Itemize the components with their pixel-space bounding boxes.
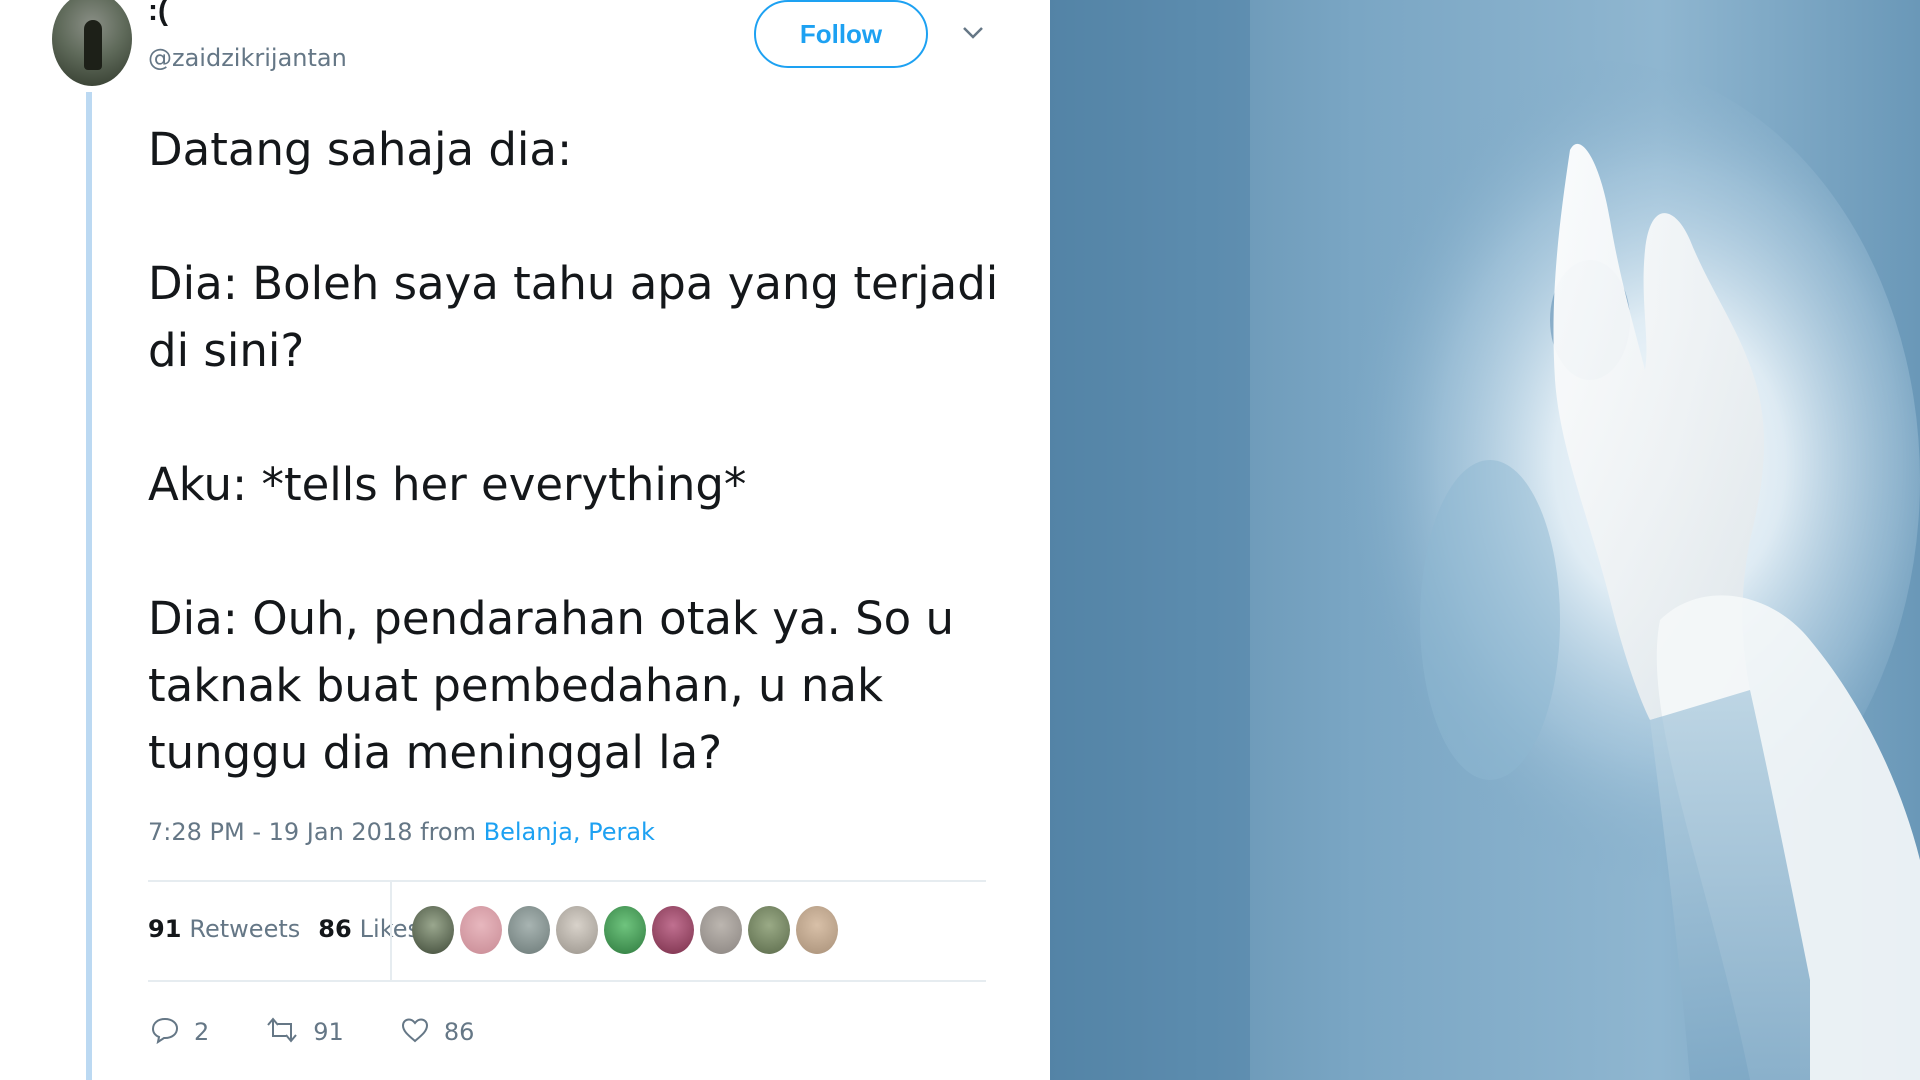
tweet-actions: 2 91 86 bbox=[150, 1010, 530, 1054]
surgeon-photo-image bbox=[1050, 0, 1920, 1080]
liker-avatar[interactable] bbox=[700, 906, 742, 954]
divider bbox=[148, 880, 986, 882]
caret-down-icon[interactable] bbox=[958, 18, 988, 48]
liker-avatar[interactable] bbox=[604, 906, 646, 954]
stats-separator bbox=[390, 882, 392, 980]
tweet-meta: 7:28 PM - 19 Jan 2018 from Belanja, Pera… bbox=[148, 818, 655, 846]
reply-count: 2 bbox=[194, 1018, 210, 1046]
tweet-text: Datang sahaja dia: Dia: Boleh saya tahu … bbox=[148, 116, 1008, 786]
tweet-line: Dia: Boleh saya tahu apa yang terjadi di… bbox=[148, 257, 999, 377]
liker-avatar[interactable] bbox=[508, 906, 550, 954]
avatar[interactable] bbox=[52, 0, 132, 86]
like-count[interactable]: 86 bbox=[318, 915, 351, 943]
reply-button[interactable]: 2 bbox=[150, 1015, 209, 1049]
retweet-icon bbox=[265, 1015, 299, 1049]
retweet-button[interactable]: 91 bbox=[265, 1015, 344, 1049]
engagement-stats: 91 Retweets 86 Likes bbox=[148, 904, 438, 954]
like-action-count: 86 bbox=[443, 1018, 475, 1046]
like-button[interactable]: 86 bbox=[400, 1015, 475, 1049]
reply-icon bbox=[150, 1015, 180, 1049]
liker-avatar[interactable] bbox=[796, 906, 838, 954]
tweet-card: :( @zaidzikrijantan Follow Datang sahaja… bbox=[0, 0, 1050, 1080]
tweet-line: Dia: Ouh, pendarahan otak ya. So u takna… bbox=[148, 592, 955, 779]
tweet-line: Datang sahaja dia: bbox=[148, 123, 573, 176]
tweet-line: Aku: *tells her everything* bbox=[148, 458, 747, 511]
retweet-count[interactable]: 91 bbox=[148, 915, 181, 943]
liker-avatar[interactable] bbox=[460, 906, 502, 954]
follow-button[interactable]: Follow bbox=[754, 0, 928, 68]
retweets-label[interactable]: Retweets bbox=[189, 915, 300, 943]
thread-line bbox=[86, 92, 92, 1080]
liker-avatar[interactable] bbox=[412, 906, 454, 954]
avatar-figure bbox=[84, 20, 102, 70]
liker-avatars bbox=[412, 906, 844, 954]
retweet-action-count: 91 bbox=[313, 1018, 344, 1046]
liker-avatar[interactable] bbox=[748, 906, 790, 954]
liker-avatar[interactable] bbox=[652, 906, 694, 954]
display-name[interactable]: :( bbox=[148, 0, 168, 28]
username[interactable]: @zaidzikrijantan bbox=[148, 44, 347, 72]
timestamp[interactable]: 7:28 PM - 19 Jan 2018 from bbox=[148, 818, 476, 846]
liker-avatar[interactable] bbox=[556, 906, 598, 954]
surgeon-photo bbox=[1050, 0, 1920, 1080]
location-link[interactable]: Belanja, Perak bbox=[484, 818, 655, 846]
divider bbox=[148, 980, 986, 982]
heart-icon bbox=[400, 1015, 430, 1049]
